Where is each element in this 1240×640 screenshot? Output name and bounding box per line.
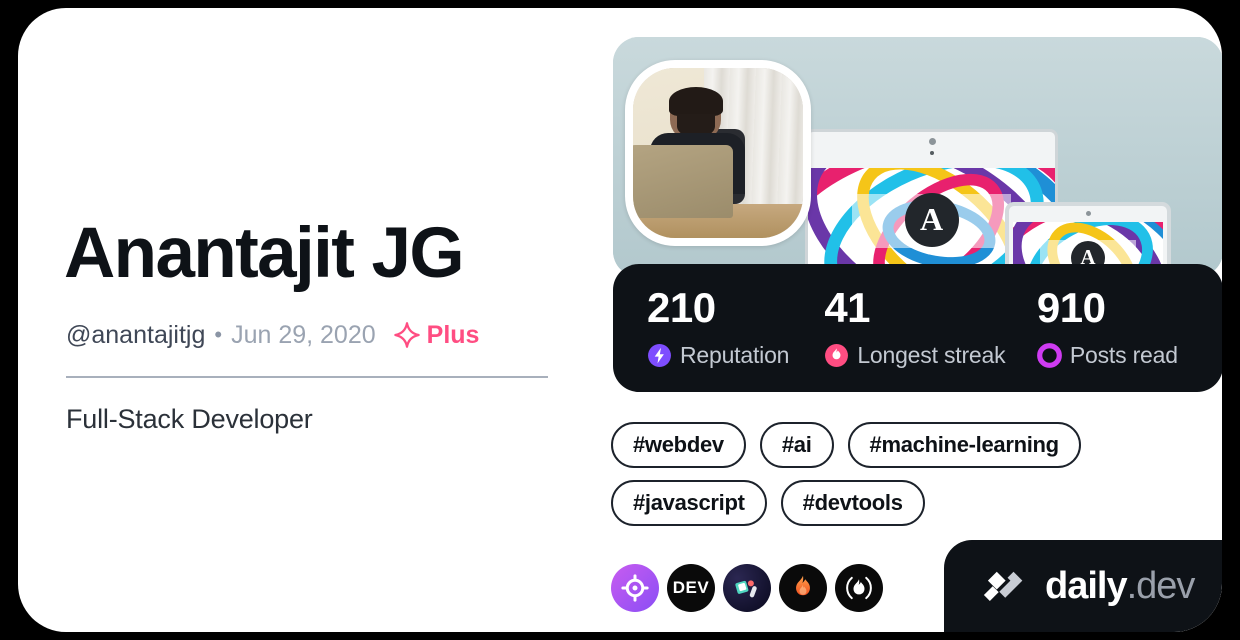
avatar	[625, 60, 811, 246]
flame-in-arcs-icon	[846, 576, 872, 600]
daily-dev-watermark: daily.dev	[944, 540, 1222, 632]
stat-streak-value: 41	[824, 284, 871, 331]
section-divider	[66, 376, 548, 378]
tablet-camera-dot	[1086, 211, 1091, 216]
laptop-camera-led	[929, 151, 934, 155]
avatar-hair	[668, 86, 724, 116]
laptop-camera-dot	[928, 138, 936, 145]
stat-posts-value: 910	[1036, 284, 1106, 331]
stat-reputation: 210 Reputation	[647, 287, 824, 369]
plus-label: Plus	[426, 320, 480, 349]
profile-bio: Full-Stack Developer	[66, 404, 313, 434]
crosshair-target-icon	[621, 574, 649, 602]
join-date: Jun 29, 2020	[231, 320, 376, 349]
profile-handle: @anantajitjg	[66, 320, 206, 349]
bolt-icon	[648, 344, 671, 367]
stat-posts-label-row: Posts read	[1036, 342, 1222, 369]
badge-flame[interactable]	[779, 564, 827, 612]
plus-star-icon	[393, 322, 420, 348]
stat-reputation-value: 210	[647, 284, 716, 331]
tag-item[interactable]: #webdev	[611, 422, 746, 468]
wallpaper-a-logo-icon: A	[904, 192, 959, 247]
flame-icon	[825, 344, 849, 367]
badge-dev-to[interactable]: DEV	[667, 564, 715, 612]
badge-hashnode[interactable]	[723, 564, 771, 612]
stat-posts-read: 910 Posts read	[1037, 287, 1222, 369]
ring-icon	[1036, 343, 1062, 368]
tag-item[interactable]: #ai	[759, 422, 834, 468]
page-title: Anantajit JG	[64, 214, 465, 293]
watermark-suffix: .dev	[1126, 565, 1196, 607]
dev-to-icon: DEV	[672, 578, 710, 597]
stat-streak-label-row: Longest streak	[824, 342, 1037, 369]
flame-icon	[796, 575, 810, 596]
stat-streak-label: Longest streak	[857, 342, 1006, 368]
profile-card: Anantajit JG @anantajitjg • Jun 29, 2020…	[18, 8, 1222, 632]
tag-list: #webdev #ai #machine-learning #javascrip…	[611, 422, 1131, 526]
profile-info-pane: Anantajit JG @anantajitjg • Jun 29, 2020…	[64, 8, 564, 632]
stat-longest-streak: 41 Longest streak	[824, 287, 1037, 369]
watermark-name: daily	[1045, 565, 1128, 607]
daily-dev-logo-icon	[983, 571, 1023, 601]
cover-image: A A	[613, 37, 1222, 277]
meta-separator-dot: •	[214, 322, 223, 347]
plus-badge[interactable]: Plus	[393, 320, 480, 349]
stats-bar: 210 Reputation 41 Longest streak 910 Pos…	[613, 264, 1222, 392]
profile-meta-row: @anantajitjg • Jun 29, 2020 Plus	[66, 322, 479, 348]
tag-item[interactable]: #javascript	[611, 480, 767, 526]
avatar-laptop	[633, 144, 734, 218]
stat-reputation-label-row: Reputation	[647, 342, 824, 369]
profile-media-pane: A A 210 Reputation 41 Longest streak 910…	[611, 8, 1222, 632]
watermark-text: daily.dev	[1045, 565, 1196, 607]
stat-posts-label: Posts read	[1069, 342, 1178, 368]
badge-crosshair-target[interactable]	[611, 564, 659, 612]
badge-flame-arcs[interactable]	[835, 564, 883, 612]
stat-reputation-label: Reputation	[680, 342, 790, 368]
badge-list: DEV	[611, 564, 883, 612]
hashnode-shapes-icon	[735, 580, 757, 598]
tag-item[interactable]: #devtools	[780, 480, 925, 526]
tag-item[interactable]: #machine-learning	[847, 422, 1081, 468]
